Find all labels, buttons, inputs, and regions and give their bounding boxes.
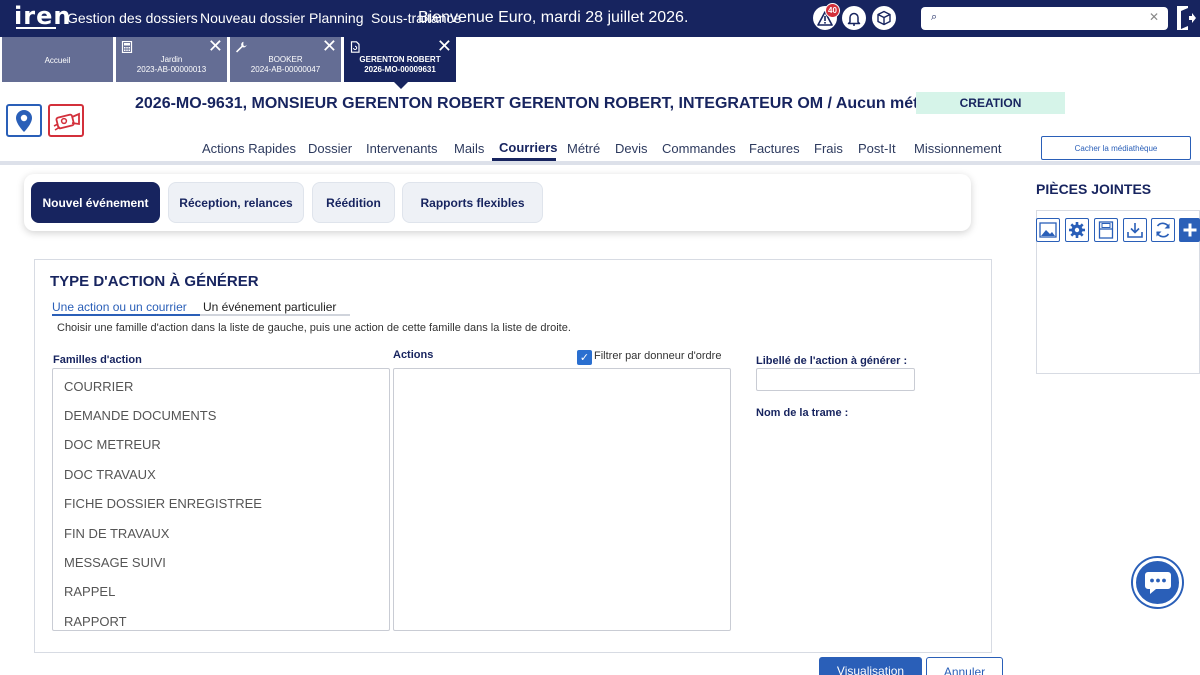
file-icon[interactable] xyxy=(1094,218,1118,242)
camera-button[interactable] xyxy=(48,104,84,137)
option-tab-evenement-particulier[interactable]: Un événement particulier xyxy=(203,300,336,314)
dossier-tab-gerenton[interactable]: ✕ GERENTON ROBERT 2026-MO-00009631 xyxy=(344,37,456,82)
wrench-icon xyxy=(236,41,247,53)
family-item[interactable]: RAPPORT xyxy=(64,614,127,629)
attachments-panel xyxy=(1036,210,1200,374)
subtab-reception-relances[interactable]: Réception, relances xyxy=(168,182,304,223)
subtab-nouvel-evenement[interactable]: Nouvel événement xyxy=(31,182,160,223)
chat-button[interactable] xyxy=(1133,558,1182,607)
menu-courriers[interactable]: Courriers xyxy=(499,140,558,155)
subtab-rapports-flexibles[interactable]: Rapports flexibles xyxy=(402,182,543,223)
menu-factures[interactable]: Factures xyxy=(749,141,800,156)
family-item[interactable]: DOC TRAVAUX xyxy=(64,467,156,482)
panel-title: TYPE D'ACTION À GÉNÉRER xyxy=(50,273,259,290)
menu-commandes[interactable]: Commandes xyxy=(662,141,736,156)
download-icon[interactable] xyxy=(1123,218,1147,242)
dossier-tab-number: 2023-AB-00000013 xyxy=(136,65,207,74)
filter-label[interactable]: Filtrer par donneur d'ordre xyxy=(594,350,721,362)
nav-gestion-dossiers[interactable]: Gestion des dossiers xyxy=(67,10,198,26)
nav-nouveau-dossier[interactable]: Nouveau dossier xyxy=(200,10,305,26)
menu-devis[interactable]: Devis xyxy=(615,141,648,156)
logout-icon[interactable] xyxy=(1176,5,1196,31)
bell-icon[interactable] xyxy=(842,6,866,30)
dossier-tab-jardin[interactable]: ✕ Jardin 2023-AB-00000013 xyxy=(116,37,227,82)
libelle-label: Libellé de l'action à générer : xyxy=(756,355,908,367)
app: iren Gestion des dossiers Nouveau dossie… xyxy=(0,0,1200,675)
alert-count-badge: 40 xyxy=(825,3,840,18)
dossier-tab-booker[interactable]: ✕ BOOKER 2024-AB-00000047 xyxy=(230,37,341,82)
family-item[interactable]: COURRIER xyxy=(64,379,133,394)
family-item[interactable]: FICHE DOSSIER ENREGISTREE xyxy=(64,496,262,511)
hide-media-button[interactable]: Cacher la médiathèque xyxy=(1041,136,1191,160)
close-tab-icon[interactable]: ✕ xyxy=(437,37,452,57)
menu-mails[interactable]: Mails xyxy=(454,141,484,156)
gear-icon[interactable] xyxy=(1065,218,1089,242)
libelle-input[interactable] xyxy=(756,368,915,391)
status-badge: CREATION xyxy=(916,92,1065,114)
dossier-tab-label: Jardin xyxy=(160,55,183,64)
dossier-tab-label: Accueil xyxy=(44,56,71,65)
trame-label: Nom de la trame : xyxy=(756,407,849,419)
attachments-title: PIÈCES JOINTES xyxy=(1036,181,1152,197)
box-icon[interactable] xyxy=(872,6,896,30)
menu-missionnement[interactable]: Missionnement xyxy=(914,141,1001,156)
family-item[interactable]: RAPPEL xyxy=(64,584,115,599)
actions-label: Actions xyxy=(393,349,434,361)
document-icon xyxy=(350,41,360,53)
close-tab-icon[interactable]: ✕ xyxy=(208,37,223,57)
calculator-icon xyxy=(121,41,133,53)
add-icon[interactable] xyxy=(1179,218,1200,242)
menu-dossier[interactable]: Dossier xyxy=(308,141,352,156)
family-item[interactable]: DEMANDE DOCUMENTS xyxy=(64,408,216,423)
map-pin-icon xyxy=(16,109,32,132)
clear-icon[interactable]: ✕ xyxy=(1149,10,1159,24)
actions-list[interactable] xyxy=(393,368,731,631)
menu-actions-rapides[interactable]: Actions Rapides xyxy=(202,141,296,156)
search-icon: ⌕ xyxy=(931,11,938,23)
chat-icon xyxy=(1144,571,1171,594)
logo-underline xyxy=(16,27,56,29)
menu-post-it[interactable]: Post-It xyxy=(858,141,896,156)
iren-logo[interactable]: iren xyxy=(14,2,71,30)
annuler-button[interactable]: Annuler xyxy=(926,657,1003,675)
refresh-icon[interactable] xyxy=(1151,218,1175,242)
dossier-tab-number: 2026-MO-00009631 xyxy=(364,65,436,74)
visualisation-button[interactable]: Visualisation xyxy=(819,657,922,675)
subtab-reedition[interactable]: Réédition xyxy=(312,182,395,223)
welcome-message: Bienvenue Euro, mardi 28 juillet 2026. xyxy=(418,9,689,26)
active-tab-pointer xyxy=(394,82,408,89)
family-item[interactable]: MESSAGE SUIVI xyxy=(64,555,166,570)
dossier-tab-label: GERENTON ROBERT xyxy=(359,55,441,64)
image-icon[interactable] xyxy=(1036,218,1060,242)
menu-metre[interactable]: Métré xyxy=(567,141,600,156)
families-label: Familles d'action xyxy=(53,354,142,366)
dossier-tab-label: BOOKER xyxy=(268,55,303,64)
close-tab-icon[interactable]: ✕ xyxy=(322,37,337,57)
dossier-tab-accueil[interactable]: Accueil xyxy=(2,37,113,82)
option-tab-underline-inactive xyxy=(200,314,350,316)
option-tab-action-courrier[interactable]: Une action ou un courrier xyxy=(52,300,187,314)
dossier-title: 2026-MO-9631, MONSIEUR GERENTON ROBERT G… xyxy=(135,95,950,112)
menu-separator xyxy=(0,161,1200,165)
active-menu-underline xyxy=(492,158,556,161)
filter-checkbox[interactable]: ✓ xyxy=(577,350,592,365)
families-list[interactable]: COURRIER DEMANDE DOCUMENTS DOC METREUR D… xyxy=(52,368,390,631)
dossier-tab-number: 2024-AB-00000047 xyxy=(250,65,321,74)
nav-planning[interactable]: Planning xyxy=(309,10,364,26)
family-item[interactable]: FIN DE TRAVAUX xyxy=(64,526,169,541)
search-input[interactable] xyxy=(921,7,1168,30)
family-item[interactable]: DOC METREUR xyxy=(64,437,161,452)
menu-frais[interactable]: Frais xyxy=(814,141,843,156)
menu-intervenants[interactable]: Intervenants xyxy=(366,141,438,156)
option-tab-underline-active xyxy=(52,314,200,316)
camera-icon xyxy=(53,112,80,131)
instruction-text: Choisir une famille d'action dans la lis… xyxy=(57,322,571,334)
location-button[interactable] xyxy=(6,104,42,137)
